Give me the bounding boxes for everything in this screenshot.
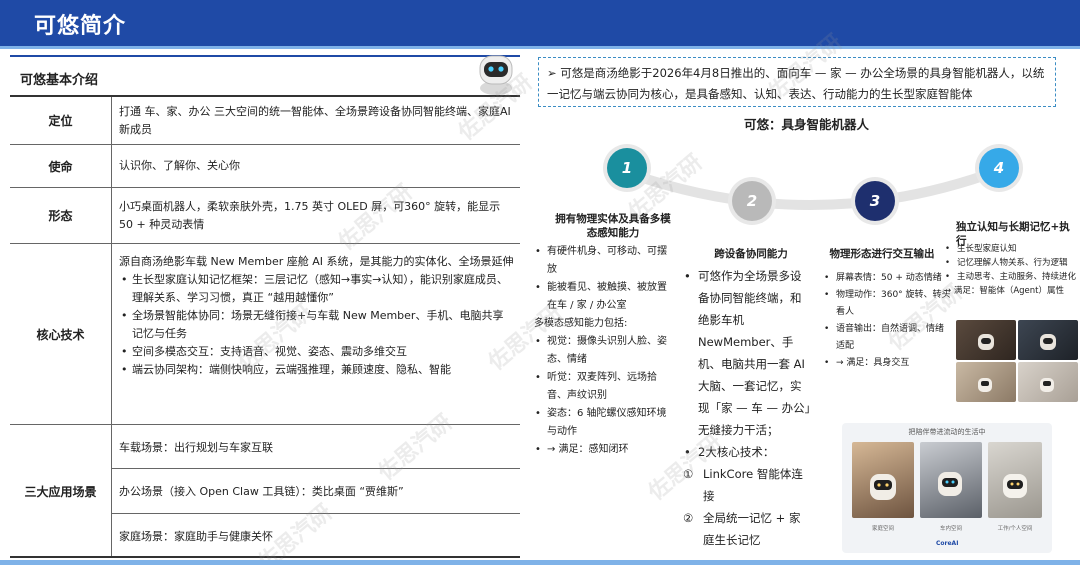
list-item: 视觉：摄像头识别人脸、姿态、情绪 bbox=[534, 333, 674, 369]
photo-caption: 车内空间 bbox=[939, 526, 962, 532]
list-item: 屏幕表情：50 + 动态情绪 bbox=[823, 270, 951, 287]
table-title-row: 可悠基本介绍 bbox=[10, 55, 520, 95]
scenario-cell: 办公场景（接入 Open Claw 工具链）：类比桌面 “贾维斯” bbox=[112, 469, 520, 514]
scenario-cell: 车载场景：出行规划与车家互联 bbox=[112, 425, 520, 469]
col3-title: 物理形态进行交互输出 bbox=[829, 248, 935, 260]
intro-box: ➢ 可悠是商汤绝影于2026年4月8日推出的、面向车 — 家 — 办公全场景的具… bbox=[538, 57, 1056, 107]
col1-title: 拥有物理实体及具备多模态感知能力 bbox=[555, 213, 671, 239]
robot-photo bbox=[956, 320, 1016, 360]
page-title: 可悠简介 bbox=[34, 14, 127, 39]
table-bottom-border bbox=[10, 556, 520, 558]
col2-title: 跨设备协同能力 bbox=[714, 248, 788, 260]
list-item: 记忆理解人物关系、行为逻辑 bbox=[944, 256, 1076, 270]
list-item: 物理动作：360° 旋转、转头看人 bbox=[823, 287, 951, 321]
home-scene-photo bbox=[852, 442, 914, 518]
col1-content: 有硬件机身、可移动、可摆放 能被看见、被触摸、被放置在车 / 家 / 办公室 多… bbox=[534, 243, 674, 459]
row-content: 小巧桌面机器人，柔软亲肤外壳，1.75 英寸 OLED 屏，可360° 旋转，能… bbox=[119, 200, 501, 231]
col3-content: 屏幕表情：50 + 动态情绪 物理动作：360° 旋转、转头看人 语音输出：自然… bbox=[823, 270, 951, 372]
row-content: 打通 车、家、办公 三大空间的统一智能体、全场景跨设备协同智能终端、家庭AI新成… bbox=[119, 105, 511, 136]
table-row: 形态 小巧桌面机器人，柔软亲肤外壳，1.75 英寸 OLED 屏，可360° 旋… bbox=[10, 188, 520, 244]
robot-photo bbox=[1018, 362, 1078, 402]
robot-photo bbox=[956, 362, 1016, 402]
list-item: 空间多模态交互：支持语音、视觉、姿态、震动多维交互 bbox=[119, 343, 514, 361]
table-title: 可悠基本介绍 bbox=[20, 73, 99, 88]
intro-text: 可悠是商汤绝影于2026年4月8日推出的、面向车 — 家 — 办公全场景的具身智… bbox=[547, 66, 1045, 101]
list-item: → 满足：具身交互 bbox=[823, 355, 951, 372]
photo-caption: 工作/个人空间 bbox=[997, 526, 1033, 532]
row-label: 使命 bbox=[10, 145, 112, 187]
list-item: 有硬件机身、可移动、可摆放 bbox=[534, 243, 674, 279]
robot-photo bbox=[1018, 320, 1078, 360]
row-content: 认识你、了解你、关心你 bbox=[119, 159, 240, 172]
footer-accent-line bbox=[0, 560, 1080, 565]
list-item: 主动思考、主动服务、持续进化 bbox=[944, 270, 1076, 284]
list-item: 姿态：6 轴陀螺仪感知环境与动作 bbox=[534, 405, 674, 441]
core-list: 生长型家庭认知记忆框架：三层记忆（感知→事实→认知），能识别家庭成员、理解关系、… bbox=[119, 271, 514, 379]
header-bar: 可悠简介 bbox=[0, 0, 1080, 46]
step-4-badge: 4 bbox=[979, 148, 1019, 188]
list-item: 能被看见、被触摸、被放置在车 / 家 / 办公室 bbox=[534, 279, 674, 315]
table-row: 核心技术 源自商汤绝影车载 New Member 座舱 AI 系统，是其能力的实… bbox=[10, 244, 520, 425]
row-label: 三大应用场景 bbox=[10, 425, 112, 558]
row-label: 形态 bbox=[10, 188, 112, 243]
list-item: 听觉：双麦阵列、远场拾音、声纹识别 bbox=[534, 369, 674, 405]
work-scene-photo bbox=[988, 442, 1042, 518]
list-item: 生长型家庭认知 bbox=[944, 242, 1076, 256]
info-table: 定位 打通 车、家、办公 三大空间的统一智能体、全场景跨设备协同智能终端、家庭A… bbox=[10, 95, 520, 558]
list-item: 2大核心技术： bbox=[683, 441, 811, 463]
robot-mascot-icon bbox=[479, 55, 513, 95]
list-item: LinkCore 智能体连接 bbox=[683, 463, 811, 507]
table-row: 三大应用场景 车载场景：出行规划与车家互联 办公场景（接入 Open Claw … bbox=[10, 425, 520, 558]
col4-content: 生长型家庭认知 记忆理解人物关系、行为逻辑 主动思考、主动服务、持续进化 → 满… bbox=[944, 242, 1076, 298]
list-item: 端云协同架构：端侧快响应，云端强推理，兼顾速度、隐私、智能 bbox=[119, 361, 514, 379]
header-accent-line bbox=[0, 46, 1080, 49]
list-item: → 满足：智能体（Agent）属性 bbox=[944, 286, 1064, 296]
list-item: 可悠作为全场景多设备协同智能终端，和绝影车机NewMember、手机、电脑共用一… bbox=[683, 265, 811, 441]
scenario-cell: 家庭场景：家庭助手与健康关怀 bbox=[119, 530, 273, 543]
list-subtitle: 多模态感知能力包括: bbox=[534, 318, 628, 329]
step-2-badge: 2 bbox=[732, 181, 772, 221]
col2-content: 可悠作为全场景多设备协同智能终端，和绝影车机NewMember、手机、电脑共用一… bbox=[683, 265, 811, 551]
core-intro: 源自商汤绝影车载 New Member 座舱 AI 系统，是其能力的实体化、全场… bbox=[119, 255, 514, 268]
card-title: 把陪伴带进流动的生活中 bbox=[908, 428, 986, 436]
list-item: → 满足：感知闭环 bbox=[534, 441, 674, 459]
list-item: 全局统一记忆 + 家庭生长记忆 bbox=[683, 507, 811, 551]
photo-caption: 家庭空间 bbox=[871, 526, 894, 532]
car-scene-photo bbox=[920, 442, 982, 518]
arrow-icon: ➢ bbox=[547, 66, 557, 80]
table-row: 定位 打通 车、家、办公 三大空间的统一智能体、全场景跨设备协同智能终端、家庭A… bbox=[10, 97, 520, 145]
row-label: 定位 bbox=[10, 97, 112, 144]
row-label: 核心技术 bbox=[10, 244, 112, 424]
table-row: 使命 认识你、了解你、关心你 bbox=[10, 145, 520, 188]
row-content: 源自商汤绝影车载 New Member 座舱 AI 系统，是其能力的实体化、全场… bbox=[112, 244, 520, 424]
step-1-badge: 1 bbox=[607, 148, 647, 188]
list-item: 语音输出：自然语调、情绪适配 bbox=[823, 321, 951, 355]
step-3-badge: 3 bbox=[855, 181, 895, 221]
list-item: 生长型家庭认知记忆框架：三层记忆（感知→事实→认知），能识别家庭成员、理解关系、… bbox=[119, 271, 514, 307]
list-item: 全场景智能体协同：场景无缝衔接+与车载 New Member、手机、电脑共享记忆… bbox=[119, 307, 514, 343]
coreai-logo: CoreAI bbox=[936, 540, 959, 547]
scenario-cells: 车载场景：出行规划与车家互联 办公场景（接入 Open Claw 工具链）：类比… bbox=[112, 425, 520, 558]
